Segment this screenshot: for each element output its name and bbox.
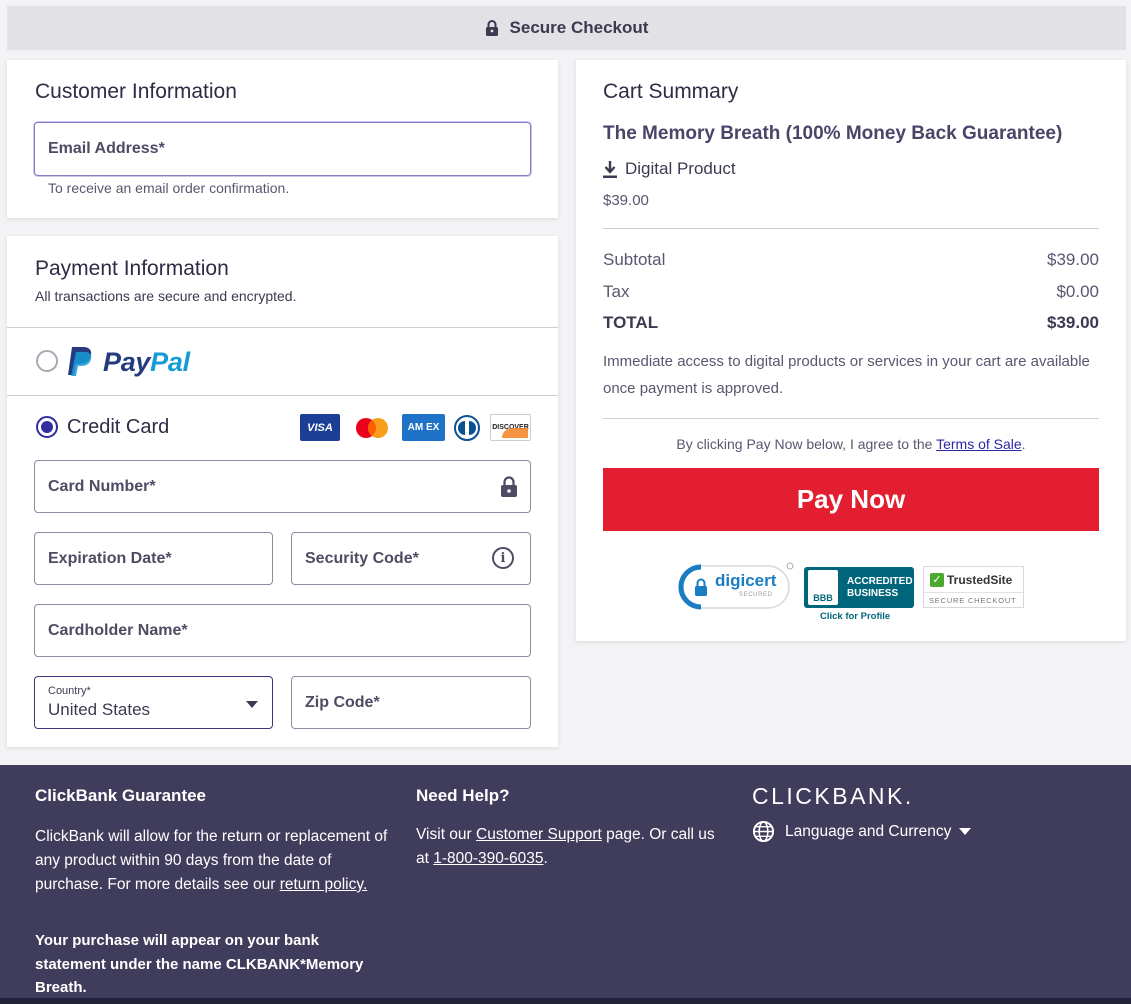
guarantee-text: ClickBank will allow for the return or r… [35,828,388,893]
subtotal-row: Subtotal $39.00 [603,250,1099,269]
help-title: Need Help? [416,786,510,805]
info-icon[interactable]: i [492,547,514,569]
chevron-down-icon [959,828,972,835]
globe-icon [752,820,775,843]
email-placeholder: Email Address* [48,140,165,157]
paypal-wordmark[interactable]: PayPal [103,347,190,378]
total-row: TOTAL $39.00 [603,313,1099,332]
country-label: Country* [48,685,91,697]
guarantee-title: ClickBank Guarantee [35,786,207,805]
payment-divider [7,327,558,328]
language-currency-selector[interactable]: Language and Currency [752,820,972,843]
cart-divider-bottom [603,418,1099,419]
amex-icon: AM EX [402,414,445,441]
download-icon [603,160,617,178]
language-label: Language and Currency [785,822,952,840]
trustedsite-text: TrustedSite [947,573,1013,587]
tax-row: Tax $0.00 [603,282,1099,301]
paypal-logo-icon[interactable] [66,346,94,377]
paypal-divider [7,395,558,396]
access-note: Immediate access to digital products or … [603,353,1090,397]
discover-icon: DISCOVER [490,414,531,441]
bbb-line-1: ACCREDITED [847,576,913,587]
help-text: Visit our Customer Support page. Or call… [416,826,715,867]
lock-icon [485,20,498,36]
diners-icon [452,414,482,441]
cardholder-placeholder: Cardholder Name* [48,621,188,639]
card-lock-icon [501,476,517,497]
zip-code-field[interactable]: Zip Code* [291,676,531,729]
card-number-field[interactable]: Card Number* [34,460,531,513]
product-name: The Memory Breath (100% Money Back Guara… [603,123,1063,144]
security-code-field[interactable]: Security Code* i [291,532,531,585]
header-title: Secure Checkout [509,18,649,37]
visa-icon: VISA [300,414,340,441]
trustedsite-subtext: SECURE CHECKOUT [929,596,1017,605]
credit-card-label[interactable]: Credit Card [67,416,169,439]
secure-checkout-header: Secure Checkout [7,6,1126,50]
return-policy-link[interactable]: return policy. [280,876,368,893]
trustedsite-badge[interactable]: ✓ TrustedSite SECURE CHECKOUT [923,566,1024,608]
bbb-line-2: BUSINESS [847,588,899,599]
bbb-badge[interactable]: BBB ACCREDITED BUSINESS Click for Profil… [804,567,914,623]
digicert-badge[interactable]: digicert SECURED [677,562,794,612]
mastercard-icon [352,414,392,441]
email-hint: To receive an email order confirmation. [48,180,290,196]
payment-info-title: Payment Information [35,257,229,280]
product-type: Digital Product [603,159,736,179]
expiration-date-field[interactable]: Expiration Date* [34,532,273,585]
chevron-down-icon [246,701,258,708]
cardholder-name-field[interactable]: Cardholder Name* [34,604,531,657]
security-code-placeholder: Security Code* [305,549,419,567]
digicert-subtext: SECURED [739,592,773,598]
bbb-click-profile: Click for Profile [820,611,891,622]
country-value: United States [48,700,151,719]
statement-note: Your purchase will appear on your bank s… [35,932,364,996]
email-field[interactable]: Email Address* [34,122,531,176]
customer-support-link[interactable]: Customer Support [476,826,602,843]
credit-card-radio[interactable] [36,416,58,438]
bbb-logo: BBB [808,570,838,605]
phone-link[interactable]: 1-800-390-6035 [433,850,543,867]
cart-divider-top [603,228,1099,229]
pay-now-button[interactable]: Pay Now [603,468,1099,531]
terms-agreement: By clicking Pay Now below, I agree to th… [676,436,1026,452]
cart-summary-title: Cart Summary [603,80,739,103]
customer-info-title: Customer Information [35,80,237,103]
digicert-text: digicert [715,571,777,590]
terms-of-sale-link[interactable]: Terms of Sale [936,436,1022,452]
country-select[interactable]: Country* United States [34,676,273,729]
product-price: $39.00 [603,192,649,209]
payment-subtitle: All transactions are secure and encrypte… [35,288,297,304]
expiration-placeholder: Expiration Date* [48,549,172,567]
clickbank-logo: CLICKBANK. [752,783,914,809]
zip-placeholder: Zip Code* [305,693,380,711]
check-icon: ✓ [930,573,944,587]
paypal-radio[interactable] [36,350,58,372]
card-number-placeholder: Card Number* [48,477,156,495]
